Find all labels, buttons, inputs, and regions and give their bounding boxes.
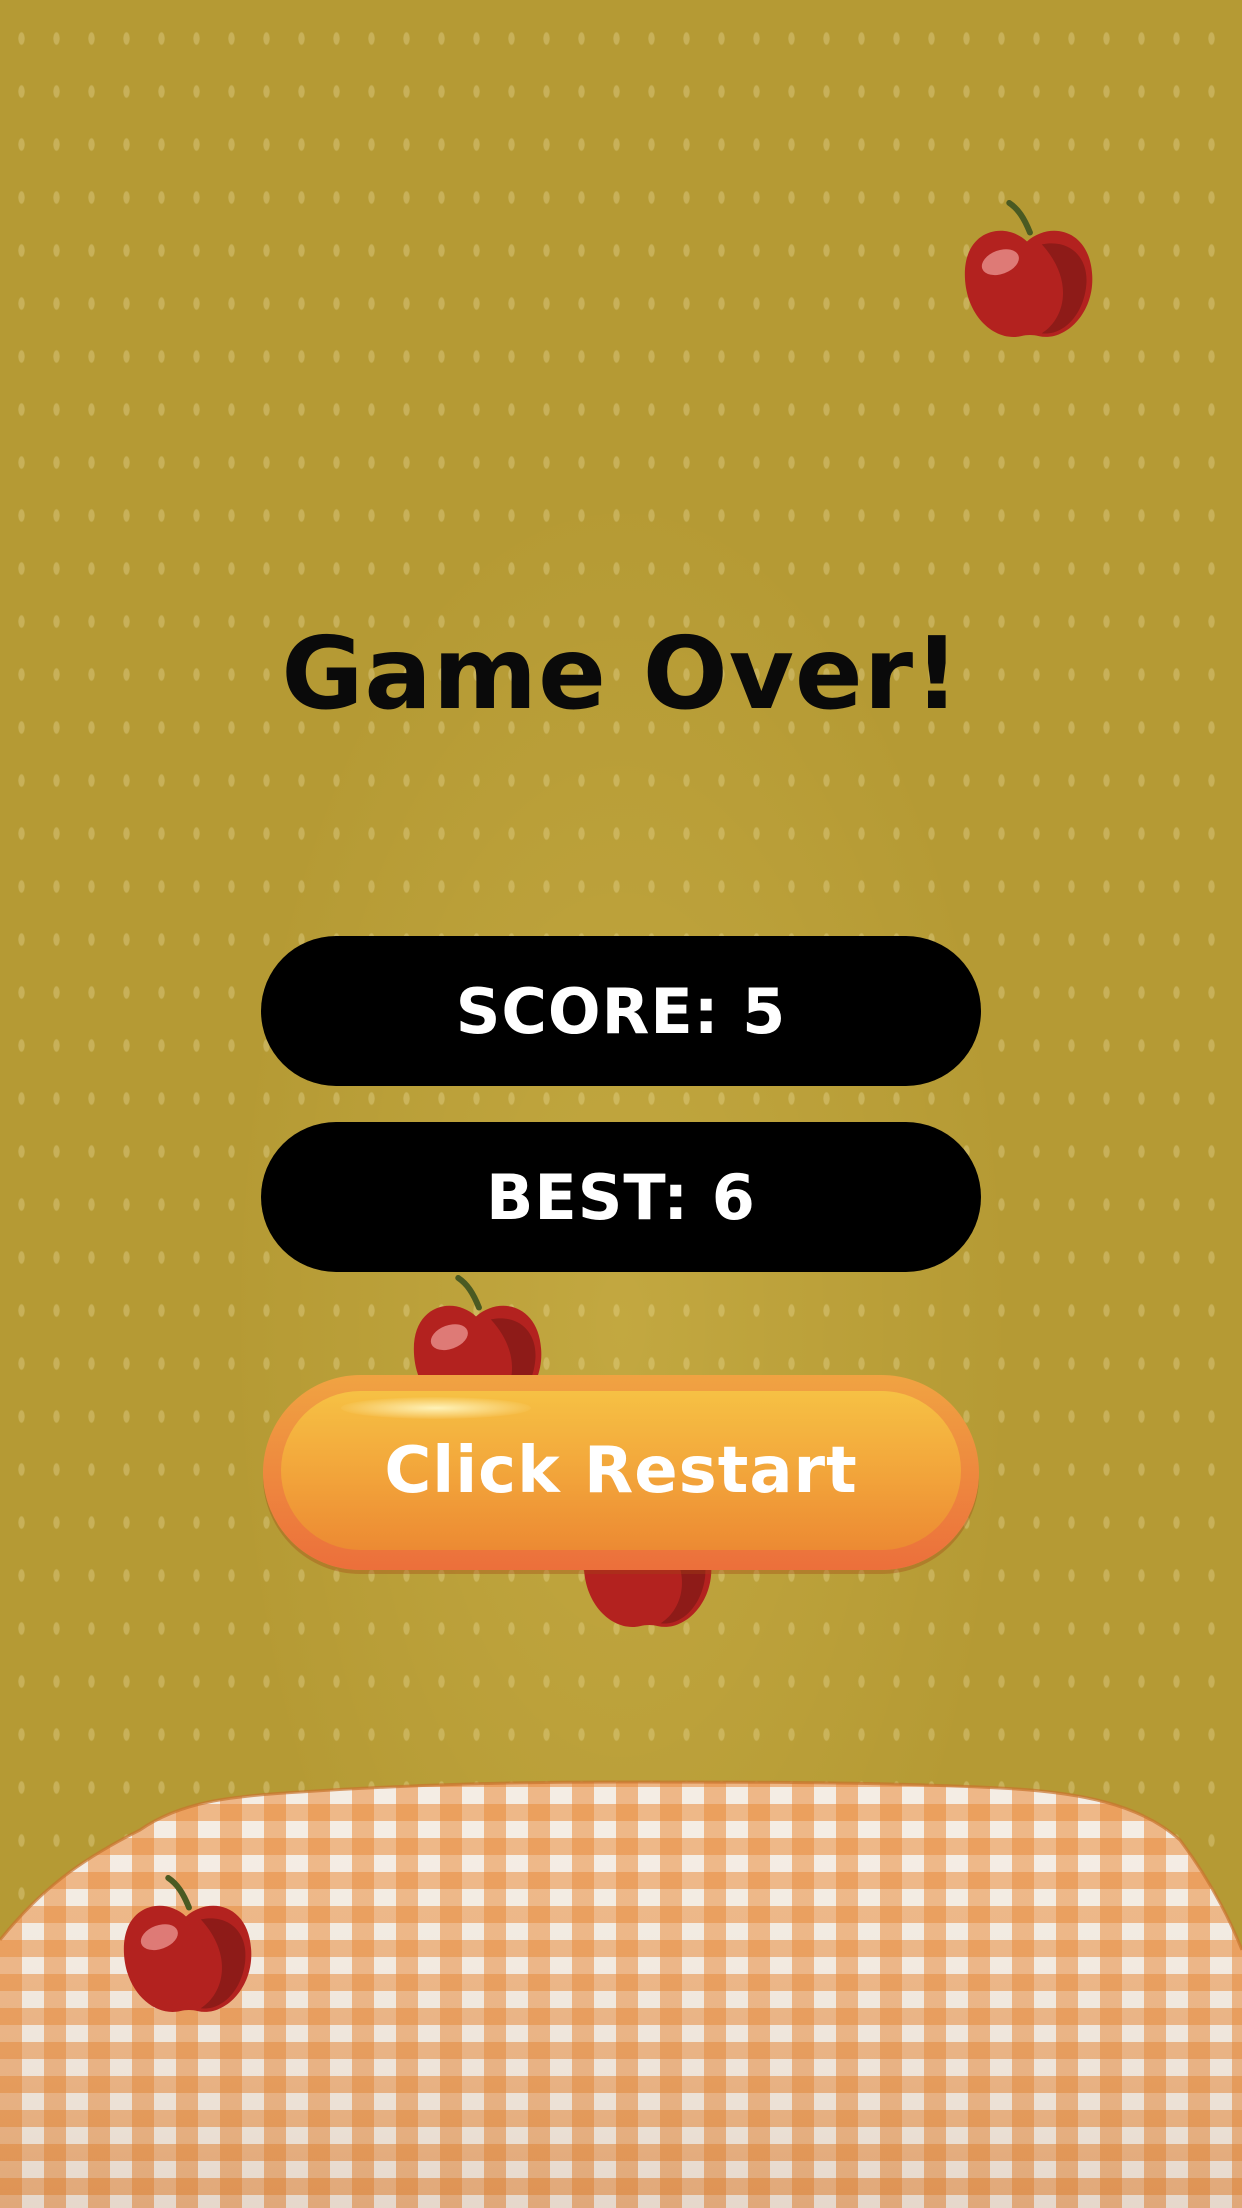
score-display: SCORE: 5: [261, 936, 981, 1086]
restart-button-face[interactable]: Click Restart: [281, 1391, 961, 1550]
score-label: SCORE: 5: [455, 974, 787, 1048]
best-label: BEST: 6: [486, 1160, 756, 1234]
game-stage: Game Over! SCORE: 5 BEST: 6 Click Restar…: [0, 0, 1242, 2208]
apple-icon: [112, 1875, 260, 2023]
apple-icon: [953, 200, 1101, 348]
restart-label: Click Restart: [384, 1433, 858, 1508]
best-score-display: BEST: 6: [261, 1122, 981, 1272]
button-shine: [341, 1397, 531, 1419]
game-over-title: Game Over!: [281, 615, 961, 732]
restart-button[interactable]: Click Restart: [263, 1375, 979, 1570]
